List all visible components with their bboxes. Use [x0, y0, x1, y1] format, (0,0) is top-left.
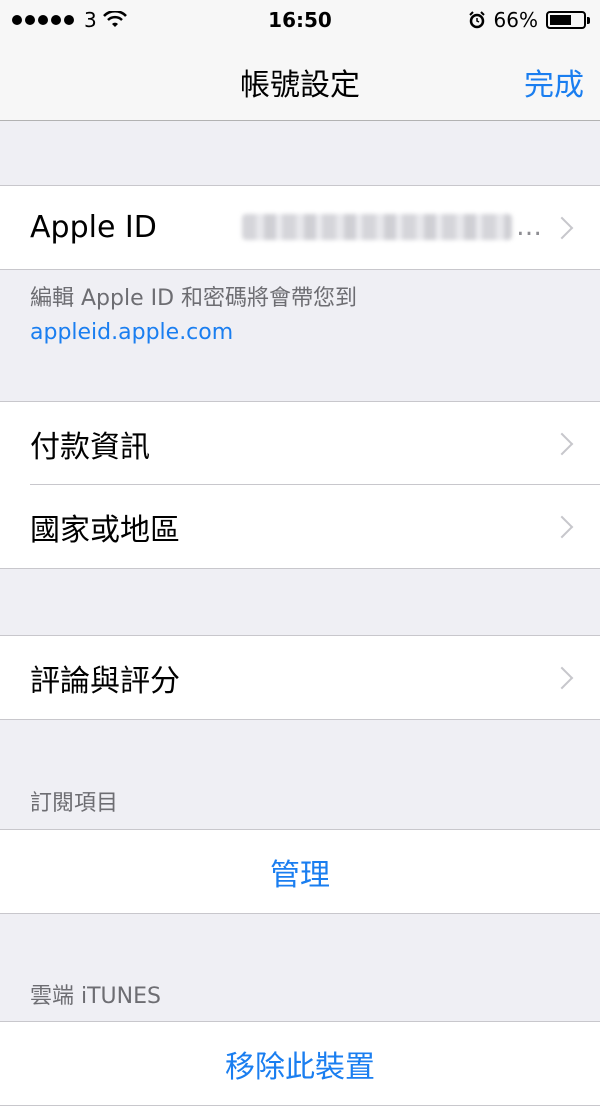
ratings-reviews-cell[interactable]: 評論與評分 [0, 636, 600, 719]
itunes-cloud-header: 雲端 iTUNES [30, 984, 161, 1009]
ratings-reviews-label: 評論與評分 [30, 663, 180, 699]
ratings-group: 評論與評分 [0, 635, 600, 720]
subscriptions-group: 管理 [0, 829, 600, 914]
status-right: 66% [468, 8, 590, 32]
battery-percent: 66% [493, 8, 538, 32]
apple-id-footer-text: 編輯 Apple ID 和密碼將會帶您到 [30, 286, 358, 311]
page-title: 帳號設定 [240, 68, 360, 103]
chevron-right-icon [550, 515, 574, 538]
battery-icon [546, 11, 590, 29]
manage-cell[interactable]: 管理 [0, 830, 600, 913]
battery-level [550, 15, 571, 25]
ellipsis: … [516, 212, 542, 242]
apple-id-footer: 編輯 Apple ID 和密碼將會帶您到 appleid.apple.com [30, 282, 357, 350]
country-region-cell[interactable]: 國家或地區 [0, 484, 600, 568]
subscriptions-header: 訂閱項目 [30, 791, 119, 816]
apple-id-group: Apple ID … [0, 185, 600, 270]
done-button[interactable]: 完成 [524, 60, 584, 104]
payment-info-label: 付款資訊 [30, 429, 150, 465]
remove-device-cell[interactable]: 移除此裝置 [0, 1022, 600, 1105]
alarm-icon [468, 11, 485, 29]
chevron-right-icon [550, 432, 574, 455]
chevron-right-icon [550, 216, 574, 239]
itunes-cloud-group: 移除此裝置 [0, 1021, 600, 1106]
apple-id-value: … [242, 212, 542, 242]
account-group: 付款資訊 國家或地區 [0, 401, 600, 569]
appleid-link[interactable]: appleid.apple.com [30, 316, 357, 350]
redacted-email [242, 214, 512, 240]
status-bar: 3 16:50 66% [0, 0, 600, 40]
apple-id-label: Apple ID [30, 210, 157, 245]
navigation-bar: 帳號設定 完成 [0, 40, 600, 121]
payment-info-cell[interactable]: 付款資訊 [0, 402, 600, 485]
manage-button[interactable]: 管理 [270, 850, 330, 894]
chevron-right-icon [550, 666, 574, 689]
remove-device-button[interactable]: 移除此裝置 [225, 1042, 375, 1086]
apple-id-cell[interactable]: Apple ID … [0, 186, 600, 269]
country-region-label: 國家或地區 [30, 512, 180, 548]
